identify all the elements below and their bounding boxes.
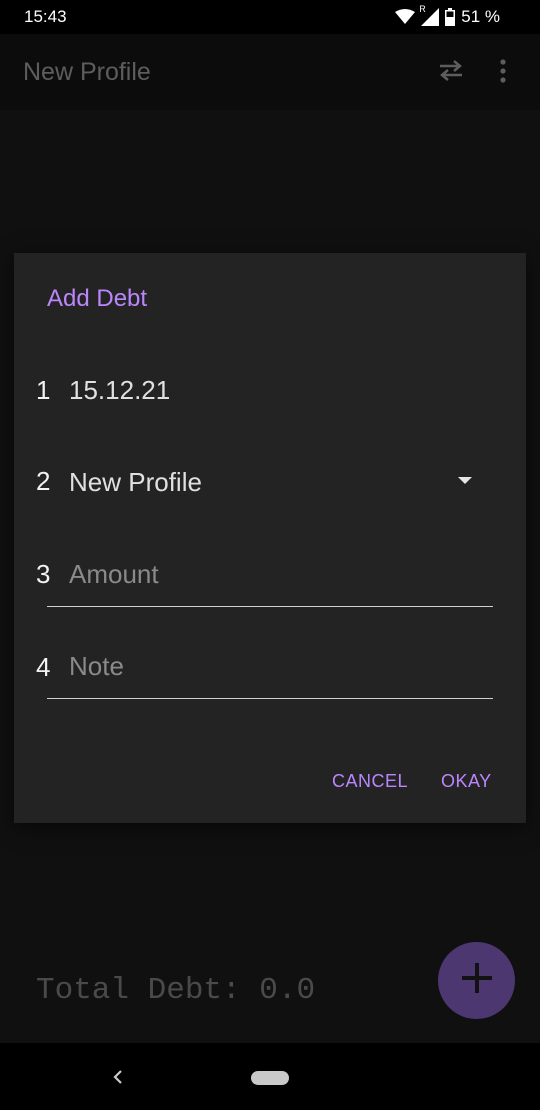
roaming-indicator: R	[419, 4, 426, 14]
okay-button[interactable]: OKAY	[441, 771, 492, 792]
status-time: 15:43	[24, 7, 67, 26]
home-pill[interactable]	[251, 1071, 289, 1085]
status-bar: 15:43 R 51 %	[0, 0, 540, 34]
add-debt-dialog: Add Debt 1 15.12.21 2 New Profile 3 Amou…	[14, 253, 526, 823]
amount-input[interactable]: Amount	[69, 559, 159, 590]
dialog-title: Add Debt	[47, 285, 148, 312]
battery-percent: 51 %	[461, 7, 500, 26]
field-number-2: 2	[36, 466, 51, 496]
battery-icon	[445, 8, 456, 26]
add-debt-fab[interactable]	[438, 942, 515, 1019]
navigation-bar	[0, 1043, 540, 1110]
cancel-button[interactable]: CANCEL	[332, 771, 408, 792]
total-debt-label: Total Debt: 0.0	[36, 973, 316, 1008]
back-icon[interactable]	[112, 1068, 124, 1091]
profile-select[interactable]: New Profile	[69, 467, 202, 498]
amount-underline	[47, 606, 493, 607]
field-number-4: 4	[36, 652, 51, 682]
swap-icon[interactable]	[436, 58, 466, 87]
signal-icon: R	[419, 4, 440, 26]
plus-icon	[460, 961, 494, 1000]
more-vert-icon[interactable]	[499, 58, 507, 89]
field-number-3: 3	[36, 559, 51, 589]
note-input[interactable]: Note	[69, 651, 124, 682]
page-title: New Profile	[23, 58, 151, 86]
app-bar: New Profile	[0, 34, 540, 110]
date-field[interactable]: 15.12.21	[69, 375, 170, 406]
note-underline	[47, 698, 493, 699]
dropdown-arrow-icon[interactable]	[458, 477, 472, 484]
field-number-1: 1	[36, 375, 51, 405]
status-icons: R 51 %	[395, 4, 500, 27]
wifi-icon	[395, 9, 416, 25]
